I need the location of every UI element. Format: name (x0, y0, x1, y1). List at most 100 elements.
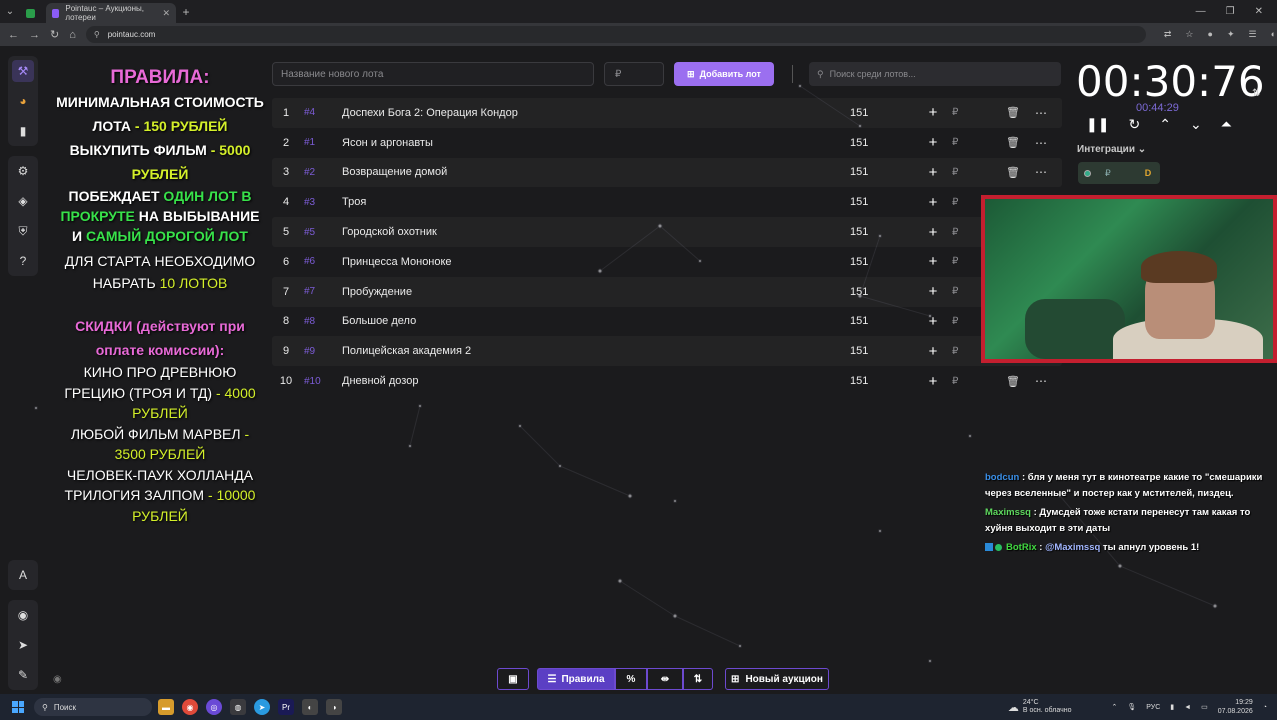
delete-icon[interactable]: 🗑 (1000, 375, 1026, 388)
visibility-eye-icon[interactable]: ◉ (53, 674, 62, 685)
sidebar-help-icon[interactable]: ? (12, 250, 34, 272)
integration-donationalerts-icon[interactable]: D (1145, 168, 1152, 178)
sidebar-auction-icon[interactable]: ⚒ (12, 60, 34, 82)
percent-icon[interactable]: % (615, 668, 647, 690)
lot-name[interactable]: Доспехи Бога 2: Операция Кондор (340, 107, 850, 119)
url-field[interactable]: ⚲ pointauc.com (85, 26, 1146, 43)
lot-name[interactable]: Дневной дозор (340, 375, 850, 387)
chrome-icon[interactable]: ◉ (182, 699, 198, 715)
delete-icon[interactable]: 🗑 (1000, 136, 1026, 149)
new-tab-button[interactable]: + (176, 5, 196, 19)
file-explorer-icon[interactable]: ▬ (158, 699, 174, 715)
weather-widget[interactable]: ☁ 24°C В осн. облачно (1008, 699, 1072, 715)
lot-search-input[interactable]: ⚲ Поиск среди лотов... (809, 62, 1061, 86)
sort-icon[interactable]: ⇅ (683, 668, 713, 690)
taskbar-search[interactable]: ⚲ Поиск (34, 698, 152, 716)
translate-icon[interactable]: ⇄ (1164, 29, 1172, 40)
more-icon[interactable]: ⋯ (1026, 374, 1056, 388)
integration-ruble[interactable]: ₽ (1105, 168, 1111, 179)
add-amount-icon[interactable]: + (920, 194, 946, 211)
lot-name[interactable]: Пробуждение (340, 286, 850, 298)
lot-name[interactable]: Ясон и аргонавты (340, 137, 850, 149)
lot-row[interactable]: 6 #6 Принцесса Мононоке 151 + ₽ (272, 247, 1062, 277)
sidebar-settings-icon[interactable]: ⚙ (12, 160, 34, 182)
add-amount-icon[interactable]: + (920, 253, 946, 270)
split-icon[interactable]: ⇹ (647, 668, 683, 690)
home-icon[interactable]: ⌂ (69, 29, 76, 41)
lot-name[interactable]: Принцесса Мононоке (340, 256, 850, 268)
sidebar-stats-icon[interactable]: ▮ (12, 120, 34, 142)
lot-row[interactable]: 1 #4 Доспехи Бога 2: Операция Кондор 151 + ₽ 🗑… (272, 98, 1062, 128)
integration-status-icon[interactable] (1084, 169, 1091, 177)
rules-button[interactable]: ☰ Правила (537, 668, 615, 690)
close-window-icon[interactable]: ✕ (1255, 6, 1263, 17)
extension-icon[interactable]: ● (1208, 29, 1213, 40)
lot-row[interactable]: 2 #1 Ясон и аргонавты 151 + ₽ 🗑 ⋯ (272, 128, 1062, 158)
battery-icon[interactable]: ▭ (1201, 703, 1208, 711)
max-icon[interactable]: ⏶ (1221, 116, 1232, 133)
add-amount-icon[interactable]: + (920, 283, 946, 300)
menu-icon[interactable]: ☰ (1248, 29, 1256, 40)
forward-icon[interactable]: → (29, 29, 40, 41)
more-icon[interactable]: ⋯ (1026, 136, 1056, 150)
reset-icon[interactable]: ↻ (1128, 116, 1140, 133)
lot-amount-input[interactable]: ₽ (946, 167, 1000, 178)
minimize-icon[interactable]: — (1196, 6, 1206, 17)
clock[interactable]: 19:29 07.08.2026 (1218, 698, 1253, 716)
puzzle-icon[interactable]: ✦ (1227, 29, 1235, 40)
app2-icon[interactable]: ◐ (302, 699, 318, 715)
windows-start-icon[interactable] (8, 697, 28, 717)
timer-swap-icon[interactable]: ⇅ (1252, 88, 1260, 99)
sidebar-shield-icon[interactable]: ⛨ (12, 220, 34, 242)
pause-icon[interactable]: ❚❚ (1086, 116, 1109, 133)
lot-row[interactable]: 9 #9 Полицейская академия 2 151 + ₽ (272, 336, 1062, 366)
language-indicator[interactable]: РУС (1146, 704, 1160, 711)
integrations-toggle[interactable]: Интеграции ⌄ (1077, 144, 1146, 155)
lot-amount-input[interactable]: ₽ (946, 137, 1000, 148)
new-auction-button[interactable]: ⊞ Новый аукцион (725, 668, 829, 690)
save-icon[interactable]: ▣ (497, 668, 529, 690)
lot-row[interactable]: 10 #10 Дневной дозор 151 + ₽ 🗑 ⋯ (272, 366, 1062, 396)
bookmark-star-icon[interactable]: ☆ (1185, 29, 1193, 40)
app3-icon[interactable]: ◑ (326, 699, 342, 715)
add-lot-button[interactable]: ⊞ Добавить лот (674, 62, 774, 86)
telegram-icon[interactable]: ➤ (254, 699, 270, 715)
obs-icon[interactable]: ◍ (230, 699, 246, 715)
sidebar-layers-icon[interactable]: ◈ (12, 190, 34, 212)
premiere-icon[interactable]: Pr (278, 699, 294, 715)
add-amount-icon[interactable]: + (920, 313, 946, 330)
sidebar-language-icon[interactable]: A (12, 564, 34, 586)
app-icon[interactable]: ◎ (206, 699, 222, 715)
delete-icon[interactable]: 🗑 (1000, 166, 1026, 179)
decrease-icon[interactable]: ⌄ (1190, 116, 1202, 133)
lot-row[interactable]: 3 #2 Возвращение домой 151 + ₽ 🗑 ⋯ (272, 158, 1062, 188)
new-lot-name-input[interactable]: Название нового лота (272, 62, 594, 86)
lot-row[interactable]: 8 #8 Большое дело 151 + ₽ (272, 307, 1062, 337)
delete-icon[interactable]: 🗑 (1000, 106, 1026, 119)
add-amount-icon[interactable]: + (920, 373, 946, 390)
notification-icon[interactable]: ◔ (1263, 704, 1267, 711)
add-amount-icon[interactable]: + (920, 134, 946, 151)
network-icon[interactable]: ▮ (1170, 703, 1174, 711)
lot-row[interactable]: 4 #3 Троя 151 + ₽ (272, 187, 1062, 217)
sidebar-feedback-icon[interactable]: ✎ (12, 664, 34, 686)
microphone-icon[interactable]: 🎙 (1127, 703, 1136, 711)
timer-main[interactable]: 00:30:76 (1076, 58, 1265, 106)
profile-avatar[interactable]: ◐ (1271, 29, 1276, 40)
lot-name[interactable]: Троя (340, 196, 850, 208)
lot-amount-input[interactable]: ₽ (946, 376, 1000, 387)
add-amount-icon[interactable]: + (920, 164, 946, 181)
new-lot-price-input[interactable]: ₽ (604, 62, 664, 86)
more-icon[interactable]: ⋯ (1026, 106, 1056, 120)
lot-name[interactable]: Городской охотник (340, 226, 850, 238)
sidebar-github-icon[interactable]: ◉ (12, 604, 34, 626)
lot-name[interactable]: Полицейская академия 2 (340, 345, 850, 357)
add-amount-icon[interactable]: + (920, 224, 946, 241)
volume-icon[interactable]: ◄ (1184, 704, 1191, 711)
back-icon[interactable]: ← (8, 29, 19, 41)
lot-row[interactable]: 7 #7 Пробуждение 151 + ₽ (272, 277, 1062, 307)
add-amount-icon[interactable]: + (920, 343, 946, 360)
tray-chevron-icon[interactable]: ⌃ (1112, 703, 1118, 711)
lot-name[interactable]: Возвращение домой (340, 166, 850, 178)
browser-tab-active[interactable]: Pointauc – Аукционы, лотереи ✕ (46, 3, 176, 23)
